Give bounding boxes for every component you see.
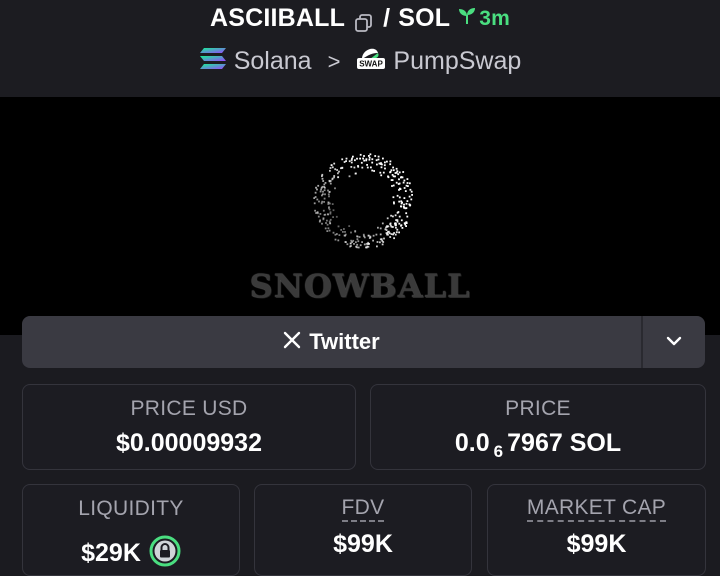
- social-links-bar: Twitter: [22, 316, 705, 368]
- price-usd-label: PRICE USD: [130, 397, 248, 420]
- price-sol-prefix: 0.0: [454, 429, 490, 457]
- dex-name: PumpSwap: [393, 47, 522, 75]
- price-sol-label: PRICE: [505, 397, 571, 420]
- lock-icon[interactable]: [149, 535, 181, 567]
- price-sol-value: 0.0 6 7967 SOL: [454, 429, 622, 461]
- age-text: 3m: [479, 6, 511, 30]
- price-usd-value: $0.00009932: [116, 429, 262, 457]
- fdv-label[interactable]: FDV: [341, 497, 385, 522]
- fdv-card: FDV $99K: [254, 484, 472, 576]
- banner-text: SNOWBALL: [249, 267, 471, 305]
- chain-name: Solana: [233, 47, 312, 75]
- price-sol-card: PRICE 0.0 6 7967 SOL: [370, 384, 706, 470]
- liquidity-card: LIQUIDITY $29K: [22, 484, 240, 576]
- price-sol-zero-count: 6: [493, 442, 504, 461]
- price-sol-suffix: 7967 SOL: [507, 429, 622, 457]
- liquidity-value-row: $29K: [81, 529, 181, 568]
- token-banner: SNOWBALL: [0, 97, 720, 335]
- social-dropdown-button[interactable]: [641, 316, 705, 368]
- pair-separator: /: [383, 4, 391, 32]
- pair-age: 3m: [458, 7, 510, 31]
- pumpswap-logo: SWAP: [356, 45, 386, 78]
- twitter-label: Twitter: [309, 329, 380, 354]
- market-cap-value: $99K: [566, 530, 627, 558]
- ascii-ball-image: [305, 145, 421, 255]
- x-logo-icon: [283, 329, 301, 355]
- copy-icon[interactable]: [355, 10, 373, 32]
- pair-header: ASCIIBALL / SOL 3m Solana > SWAP PumpSwa…: [0, 0, 720, 97]
- seedling-icon: [458, 7, 476, 31]
- quote-symbol: SOL: [398, 4, 451, 32]
- liquidity-value: $29K: [81, 539, 141, 567]
- dex-logo-text: SWAP: [360, 60, 384, 69]
- chain-link[interactable]: Solana: [199, 46, 312, 77]
- chevron-down-icon: [666, 333, 682, 351]
- market-cap-label[interactable]: MARKET CAP: [526, 497, 667, 522]
- price-usd-card: PRICE USD $0.00009932: [22, 384, 356, 470]
- breadcrumb: Solana > SWAP PumpSwap: [0, 45, 720, 78]
- twitter-link[interactable]: Twitter: [22, 316, 641, 368]
- breadcrumb-separator: >: [327, 48, 341, 74]
- liquidity-label: LIQUIDITY: [78, 497, 184, 520]
- pair-title: ASCIIBALL / SOL 3m: [0, 4, 720, 33]
- dex-link[interactable]: SWAP PumpSwap: [356, 45, 521, 78]
- solana-icon: [199, 46, 227, 77]
- fdv-value: $99K: [333, 530, 393, 558]
- token-symbol: ASCIIBALL: [209, 4, 346, 32]
- market-cap-card: MARKET CAP $99K: [487, 484, 706, 576]
